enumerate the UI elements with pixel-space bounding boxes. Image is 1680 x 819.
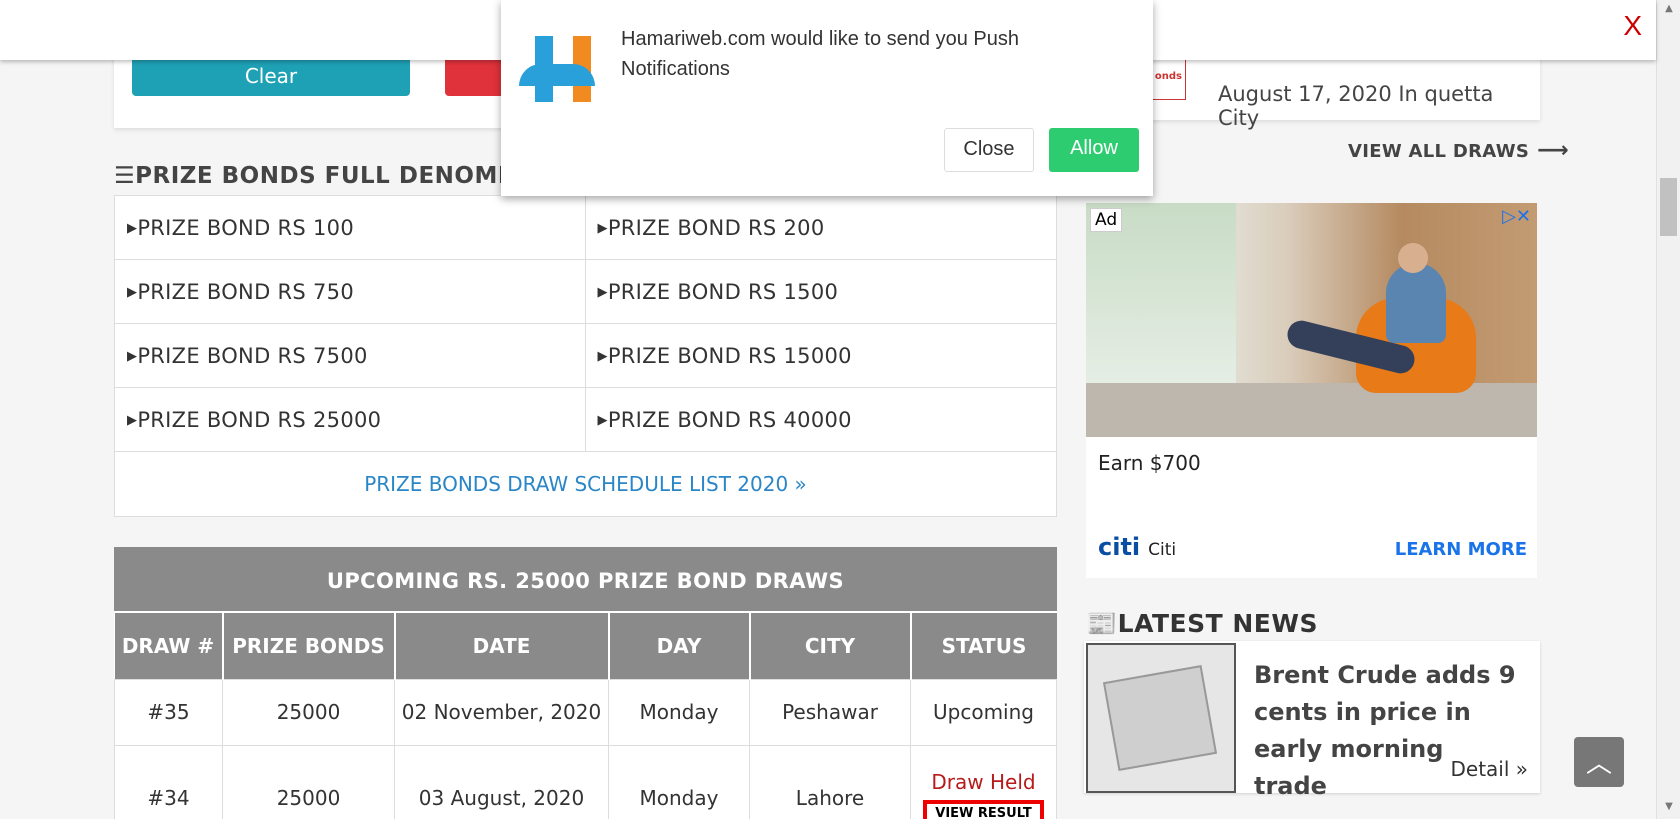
scroll-thumb[interactable] [1660, 178, 1677, 236]
draw-day: Monday [608, 678, 750, 746]
view-all-draws-link[interactable]: VIEW ALL DRAWS ⟶ [1348, 138, 1569, 163]
denomination-label: PRIZE BOND RS 100 [137, 216, 354, 240]
close-button[interactable]: Close [944, 128, 1034, 172]
denomination-link[interactable]: ▶PRIZE BOND RS 40000 [586, 388, 1057, 451]
denomination-row: ▶PRIZE BOND RS 25000 ▶PRIZE BOND RS 4000… [115, 388, 1056, 452]
allow-button[interactable]: Allow [1049, 128, 1139, 172]
prize-bond-value: 25000 [222, 678, 395, 746]
draw-city: Lahore [749, 744, 911, 819]
latest-news-title-text: LATEST NEWS [1117, 609, 1318, 638]
newspaper-icon: 📰 [1086, 609, 1118, 638]
upcoming-draws-table: UPCOMING RS. 25000 PRIZE BOND DRAWS DRAW… [114, 547, 1057, 819]
citi-logo: citi [1098, 533, 1141, 561]
caret-right-icon: ▶ [127, 349, 138, 364]
caret-right-icon: ▶ [127, 413, 138, 428]
chevron-up-icon: ︿ [1585, 749, 1612, 779]
news-thumbnail[interactable] [1086, 643, 1236, 793]
draw-day: Monday [608, 744, 750, 819]
denominations-table: ▶PRIZE BOND RS 100 ▶PRIZE BOND RS 200 ▶P… [114, 195, 1057, 517]
ad-brand-name: Citi [1148, 540, 1177, 560]
clear-button[interactable]: Clear [132, 56, 410, 96]
caret-right-icon: ▶ [127, 285, 138, 300]
scroll-down-icon[interactable]: ▼ [1657, 801, 1680, 819]
denomination-link[interactable]: ▶PRIZE BOND RS 750 [115, 260, 586, 323]
list-icon: ☰ [114, 163, 136, 189]
ad-image-person [1386, 263, 1446, 343]
draws-title: UPCOMING RS. 25000 PRIZE BOND DRAWS [114, 547, 1057, 613]
denomination-row: ▶PRIZE BOND RS 750 ▶PRIZE BOND RS 1500 [115, 260, 1056, 324]
draw-number: #34 [114, 744, 223, 819]
caret-right-icon: ▶ [597, 221, 608, 236]
caret-right-icon: ▶ [597, 349, 608, 364]
learn-more-button[interactable]: LEARN MORE [1395, 539, 1527, 560]
latest-news-title: 📰LATEST NEWS [1086, 609, 1318, 639]
ad-label: Ad [1090, 208, 1123, 232]
scrollbar[interactable]: ▲ ▼ [1656, 0, 1680, 819]
column-header: DAY [608, 613, 751, 679]
advertisement[interactable]: Ad ▷✕ Earn $700 citi Citi LEARN MORE [1086, 203, 1537, 578]
denomination-link[interactable]: ▶PRIZE BOND RS 25000 [115, 388, 586, 451]
denomination-link[interactable]: ▶PRIZE BOND RS 200 [586, 196, 1057, 259]
draw-date: 02 November, 2020 [394, 678, 609, 746]
denomination-label: PRIZE BOND RS 40000 [607, 408, 852, 432]
hamariweb-logo [519, 30, 601, 102]
ad-image-floor [1086, 383, 1537, 437]
denomination-label: PRIZE BOND RS 1500 [607, 280, 839, 304]
caret-right-icon: ▶ [127, 221, 138, 236]
ad-choices-icon[interactable]: ▷✕ [1502, 206, 1531, 227]
draw-date: 03 August, 2020 [394, 744, 609, 819]
column-header: DATE [394, 613, 610, 679]
table-row: #34 25000 03 August, 2020 Monday Lahore … [114, 744, 1057, 819]
schedule-list-link[interactable]: PRIZE BONDS DRAW SCHEDULE LIST 2020 » [115, 452, 1056, 516]
prize-bonds-logo: onds [1150, 56, 1186, 100]
ad-image-head [1398, 243, 1428, 273]
push-message: Hamariweb.com would like to send you Pus… [621, 28, 1019, 80]
caret-right-icon: ▶ [597, 285, 608, 300]
column-header: DRAW # [114, 613, 224, 679]
status-badge: Draw Held [931, 769, 1036, 794]
prize-bond-value: 25000 [222, 744, 395, 819]
status-badge: Upcoming [910, 678, 1057, 746]
ad-headline[interactable]: Earn $700 [1098, 451, 1201, 475]
view-all-label: VIEW ALL DRAWS [1348, 141, 1530, 162]
denomination-link[interactable]: ▶PRIZE BOND RS 7500 [115, 324, 586, 387]
latest-draw-text: August 17, 2020 In quetta City [1218, 82, 1494, 130]
denominations-title: ☰PRIZE BONDS FULL DENOMINA [114, 163, 545, 189]
denomination-label: PRIZE BOND RS 7500 [137, 344, 368, 368]
denomination-label: PRIZE BOND RS 200 [607, 216, 825, 240]
denomination-row: ▶PRIZE BOND RS 7500 ▶PRIZE BOND RS 15000 [115, 324, 1056, 388]
column-header: CITY [749, 613, 912, 679]
denominations-title-text: PRIZE BONDS FULL DENOMINA [135, 163, 545, 189]
denomination-link[interactable]: ▶PRIZE BOND RS 15000 [586, 324, 1057, 387]
denomination-label: PRIZE BOND RS 25000 [137, 408, 382, 432]
denomination-label: PRIZE BOND RS 15000 [607, 344, 852, 368]
denomination-link[interactable]: ▶PRIZE BOND RS 1500 [586, 260, 1057, 323]
ad-image[interactable]: Ad ▷✕ [1086, 203, 1537, 437]
news-card[interactable]: Brent Crude adds 9 cents in price in ear… [1084, 641, 1540, 800]
caret-right-icon: ▶ [597, 413, 608, 428]
denomination-link[interactable]: ▶PRIZE BOND RS 100 [115, 196, 586, 259]
table-row: #35 25000 02 November, 2020 Monday Pesha… [114, 678, 1057, 746]
logo-curve [519, 64, 595, 86]
news-headline[interactable]: Brent Crude adds 9 cents in price in ear… [1254, 657, 1524, 805]
clear-label: Clear [244, 64, 298, 88]
view-result-button[interactable]: VIEW RESULT [923, 799, 1044, 819]
newspaper-image [1102, 665, 1218, 771]
push-notification-dialog: Hamariweb.com would like to send you Pus… [501, 0, 1153, 196]
denomination-row: ▶PRIZE BOND RS 100 ▶PRIZE BOND RS 200 [115, 196, 1056, 260]
draw-number: #35 [114, 678, 223, 746]
column-header: PRIZE BONDS [222, 613, 396, 679]
status-cell: Draw Held VIEW RESULT [910, 744, 1057, 819]
draw-city: Peshawar [749, 678, 911, 746]
denomination-label: PRIZE BOND RS 750 [137, 280, 354, 304]
scroll-to-top-button[interactable]: ︿ [1574, 737, 1624, 787]
close-icon[interactable]: X [1623, 10, 1642, 42]
news-detail-link[interactable]: Detail » [1450, 757, 1528, 781]
scroll-up-icon[interactable]: ▲ [1657, 0, 1680, 18]
column-header: STATUS [910, 613, 1057, 679]
ad-brand: citi Citi [1098, 533, 1176, 561]
arrow-right-icon: ⟶ [1537, 138, 1569, 163]
